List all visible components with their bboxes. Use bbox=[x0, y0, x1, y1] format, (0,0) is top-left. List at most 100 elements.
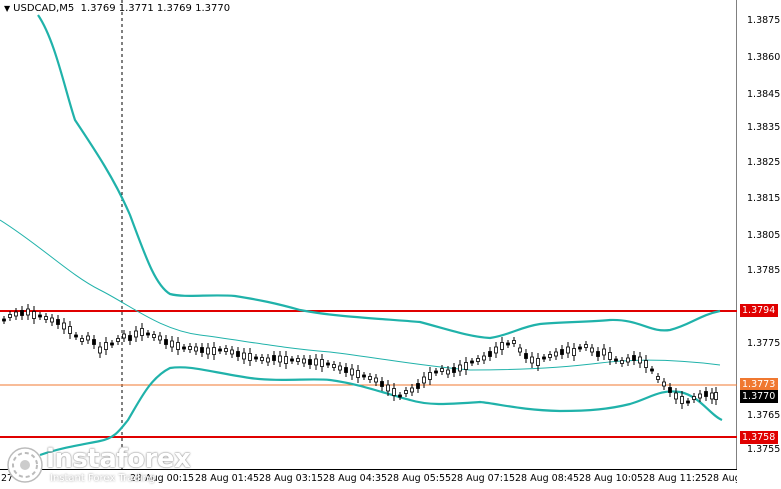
candle-body bbox=[524, 353, 528, 359]
candle-body bbox=[92, 339, 96, 345]
symbol-name: USDCAD,M5 bbox=[13, 3, 75, 14]
candle-body bbox=[326, 362, 330, 366]
candle-body bbox=[698, 393, 702, 399]
candle-body bbox=[134, 330, 138, 338]
candle-body bbox=[680, 396, 684, 404]
candle-body bbox=[104, 342, 108, 350]
candle-body bbox=[506, 342, 510, 346]
candle-body bbox=[410, 387, 414, 393]
symbol-title: ▼ USDCAD,M5 1.3769 1.3771 1.3769 1.3770 bbox=[4, 3, 230, 14]
candle-body bbox=[8, 314, 12, 318]
bollinger-middle-band bbox=[0, 219, 721, 371]
candle-body bbox=[116, 338, 120, 342]
bollinger-upper-band bbox=[37, 14, 721, 340]
chart-area[interactable]: ▼ USDCAD,M5 1.3769 1.3771 1.3769 1.3770 bbox=[0, 0, 781, 489]
candle-body bbox=[548, 354, 552, 358]
time-label: 28 Aug 11:25 bbox=[643, 473, 708, 484]
candle-body bbox=[476, 358, 480, 362]
bollinger-lower-band bbox=[39, 366, 723, 457]
candle-body bbox=[380, 381, 384, 387]
support-price-tag: 1.3758 bbox=[740, 431, 778, 444]
candle-body bbox=[86, 335, 90, 341]
price-tick: 1.3825 bbox=[747, 157, 781, 168]
candle-body bbox=[602, 348, 606, 356]
candle-body bbox=[344, 367, 348, 373]
collapse-triangle-icon[interactable]: ▼ bbox=[4, 4, 10, 13]
price-plot[interactable] bbox=[0, 0, 737, 470]
candle-body bbox=[512, 340, 516, 344]
candle-body bbox=[374, 377, 378, 383]
candle-body bbox=[704, 391, 708, 397]
candle-body bbox=[254, 356, 258, 360]
candle-body bbox=[194, 346, 198, 352]
candle-body bbox=[290, 358, 294, 362]
candle-body bbox=[692, 396, 696, 400]
candle-body bbox=[392, 388, 396, 396]
price-tick: 1.3755 bbox=[747, 444, 781, 455]
candle-body bbox=[656, 376, 660, 380]
candle-body bbox=[50, 317, 54, 323]
candle-body bbox=[80, 338, 84, 342]
time-label: 28 Aug 08:45 bbox=[515, 473, 580, 484]
candle-body bbox=[362, 374, 366, 378]
candle-body bbox=[272, 355, 276, 361]
candle-body bbox=[44, 316, 48, 320]
time-label: 28 Aug 01:45 bbox=[195, 473, 260, 484]
candle-body bbox=[614, 358, 618, 362]
candle-body bbox=[302, 358, 306, 364]
candle-body bbox=[428, 372, 432, 380]
candle-body bbox=[206, 347, 210, 355]
candle-body bbox=[446, 369, 450, 375]
ohlc-values: 1.3769 1.3771 1.3769 1.3770 bbox=[80, 3, 231, 14]
candle-body bbox=[314, 358, 318, 366]
candle-body bbox=[26, 308, 30, 316]
candle-body bbox=[308, 359, 312, 365]
candle-body bbox=[188, 346, 192, 350]
logo-brand: instaforex bbox=[46, 444, 191, 474]
candle-body bbox=[122, 333, 126, 339]
candle-body bbox=[416, 383, 420, 389]
resistance-price-tag: 1.3794 bbox=[740, 304, 778, 317]
candle-body bbox=[620, 360, 624, 364]
candle-body bbox=[560, 349, 564, 355]
candle-body bbox=[632, 355, 636, 361]
candle-body bbox=[572, 348, 576, 356]
candle-body bbox=[644, 360, 648, 368]
candle-body bbox=[668, 387, 672, 393]
price-tick: 1.3765 bbox=[747, 410, 781, 421]
price-tick: 1.3835 bbox=[747, 122, 781, 133]
candle-body bbox=[284, 356, 288, 364]
candle-body bbox=[260, 357, 264, 361]
candle-body bbox=[686, 400, 690, 404]
candle-body bbox=[590, 347, 594, 353]
candle-body bbox=[482, 355, 486, 361]
candle-body bbox=[128, 335, 132, 341]
candle-body bbox=[470, 360, 474, 364]
candle-body bbox=[554, 351, 558, 357]
candle-body bbox=[518, 347, 522, 353]
candle-body bbox=[242, 352, 246, 360]
price-tick: 1.3775 bbox=[747, 338, 781, 349]
price-tick: 1.3815 bbox=[747, 193, 781, 204]
candle-body bbox=[266, 357, 270, 363]
candle-body bbox=[626, 357, 630, 363]
instaforex-logo: instaforex Instant Forex Trading bbox=[6, 444, 196, 486]
candle-body bbox=[404, 390, 408, 394]
price-tick: 1.3845 bbox=[747, 89, 781, 100]
logo-icon bbox=[7, 447, 43, 483]
candle-body bbox=[74, 334, 78, 338]
candle-body bbox=[714, 392, 718, 400]
candle-body bbox=[464, 362, 468, 370]
candle-body bbox=[650, 368, 654, 372]
candle-body bbox=[200, 347, 204, 353]
candle-body bbox=[488, 351, 492, 357]
candle-body bbox=[536, 358, 540, 366]
candle-body bbox=[356, 370, 360, 378]
candle-body bbox=[398, 394, 402, 398]
candle-body bbox=[248, 353, 252, 361]
candle-body bbox=[236, 351, 240, 357]
candle-body bbox=[338, 365, 342, 371]
candle-body bbox=[140, 328, 144, 336]
time-label: 28 Aug 04:35 bbox=[323, 473, 388, 484]
candle-body bbox=[662, 381, 666, 387]
